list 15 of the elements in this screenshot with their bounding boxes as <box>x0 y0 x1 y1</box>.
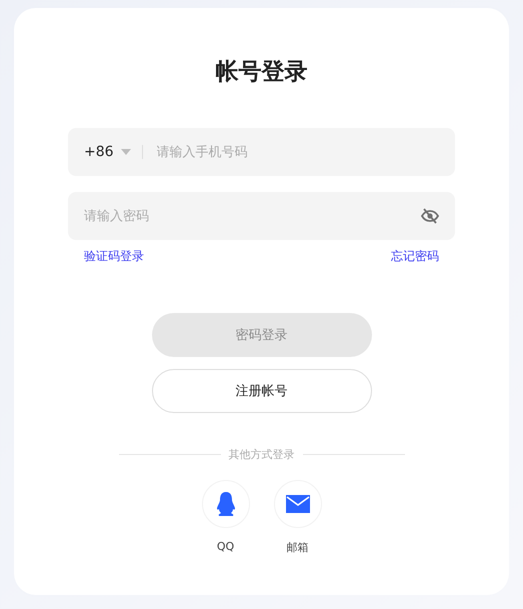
penguin-login-button[interactable] <box>202 480 250 528</box>
country-code[interactable]: +86 <box>84 144 114 160</box>
mail-icon <box>286 494 310 514</box>
mail-login-button[interactable] <box>274 480 322 528</box>
other-login-label: 其他方式登录 <box>228 447 294 462</box>
sms-login-link[interactable]: 验证码登录 <box>84 248 144 265</box>
penguin-icon <box>216 492 236 516</box>
password-field[interactable]: 请输入密码 <box>68 192 455 240</box>
eye-slash-icon[interactable] <box>421 208 439 224</box>
phone-field[interactable]: +86 请输入手机号码 <box>68 128 455 176</box>
forgot-password-link[interactable]: 忘记密码 <box>391 248 439 265</box>
login-title: 帐号登录 <box>216 60 308 84</box>
login-option-label: 邮箱 <box>286 540 308 555</box>
login-option-label: QQ <box>216 540 234 553</box>
register-button[interactable]: 注册帐号 <box>152 369 372 413</box>
